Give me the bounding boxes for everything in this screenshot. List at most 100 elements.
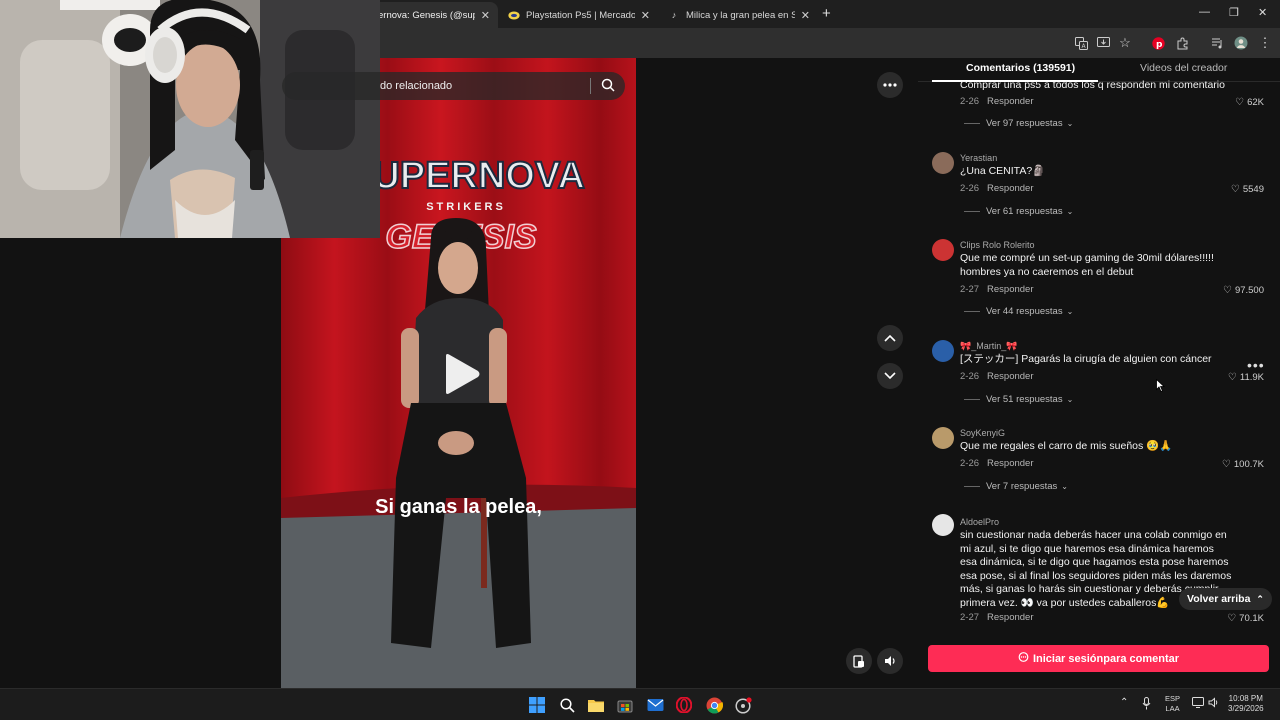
search-input[interactable]: do relacionado (380, 80, 452, 92)
like-count: 70.1K (1239, 613, 1264, 624)
login-to-comment-button[interactable]: Iniciar sesiónpara comentar (928, 645, 1269, 672)
view-replies-button[interactable]: Ver 7 respuestas ⌄ (964, 481, 1068, 492)
microphone-icon[interactable] (1142, 697, 1151, 712)
view-replies-button[interactable]: Ver 61 respuestas ⌄ (964, 206, 1073, 217)
search-icon[interactable] (558, 696, 576, 714)
volume-icon[interactable] (877, 648, 903, 674)
comment-meta: 2-26 Responder (960, 458, 1034, 469)
comment-date: 2-27 (960, 612, 980, 623)
extensions-icon[interactable] (1174, 35, 1190, 51)
avatar[interactable] (932, 514, 954, 536)
translate-icon[interactable]: A (1073, 35, 1089, 51)
reply-button[interactable]: Responder (987, 183, 1033, 194)
like-button[interactable]: ♡ 100.7K (1222, 459, 1264, 470)
comment-username[interactable]: AldoelPro (960, 517, 999, 527)
avatar[interactable] (932, 152, 954, 174)
login-button-label: Iniciar sesiónpara comentar (1032, 652, 1180, 665)
install-app-icon[interactable] (1095, 35, 1111, 51)
view-replies-label: Ver 44 respuestas (986, 306, 1063, 317)
video-side-area (636, 58, 918, 688)
new-tab-button[interactable]: + (822, 5, 831, 22)
close-tab-icon[interactable]: ✕ (641, 9, 650, 22)
app-notification-icon[interactable] (734, 696, 752, 714)
system-clock[interactable]: 10:08 PM 3/29/2026 (1228, 694, 1264, 714)
comment-meta: 2-26 Responder (960, 96, 1034, 107)
related-search-bar[interactable]: do relacionado (282, 72, 625, 100)
comment-item: SoyKenyiG Que me regales el carro de mis… (932, 427, 1272, 497)
view-replies-button[interactable]: Ver 97 respuestas ⌄ (964, 118, 1073, 129)
profile-avatar-icon[interactable] (1233, 35, 1249, 51)
clock-time: 10:08 PM (1228, 694, 1263, 703)
comment-username[interactable]: Clips Rolo Rolerito (960, 240, 1035, 250)
like-button[interactable]: ♡ 5549 (1231, 184, 1264, 195)
browser-menu-icon[interactable]: ⋮ (1257, 35, 1273, 51)
comment-text: Que me compré un set-up gaming de 30mil … (960, 252, 1214, 278)
more-options-icon[interactable] (877, 72, 903, 98)
avatar[interactable] (932, 239, 954, 261)
play-icon[interactable] (442, 353, 482, 400)
tab-mercadolibre[interactable]: Playstation Ps5 | MercadoLibre ✕ (500, 2, 658, 28)
comment-more-icon[interactable]: ••• (1247, 357, 1265, 373)
view-replies-button[interactable]: Ver 44 respuestas ⌄ (964, 306, 1073, 317)
like-count: 97.500 (1234, 285, 1264, 296)
speaker-icon[interactable] (1208, 697, 1220, 710)
mercadolibre-icon (508, 9, 520, 21)
avatar[interactable] (932, 340, 954, 362)
picture-in-picture-icon[interactable] (846, 648, 872, 674)
search-icon[interactable] (601, 78, 615, 97)
comment-username[interactable]: 🎀_Martin_🎀 (960, 341, 1017, 352)
reply-button[interactable]: Responder (987, 96, 1033, 107)
like-button[interactable]: ♡ 97.500 (1223, 285, 1264, 296)
reply-button[interactable]: Responder (987, 458, 1033, 469)
windows-start-icon[interactable] (528, 696, 546, 714)
view-replies-button[interactable]: Ver 51 respuestas ⌄ (964, 394, 1073, 405)
chevron-down-icon: ⌄ (1066, 307, 1074, 316)
chevron-down-icon: ⌄ (1066, 119, 1074, 128)
close-tab-icon[interactable]: ✕ (481, 9, 490, 22)
reply-button[interactable]: Responder (987, 371, 1033, 382)
tiktok-icon: ♪ (671, 10, 677, 20)
chevron-up-icon[interactable]: ⌃ (1120, 697, 1128, 708)
tab-supernova-genesis[interactable]: ernova: Genesis (@supernova ✕ (370, 2, 498, 28)
previous-video-icon[interactable] (877, 325, 903, 351)
like-button[interactable]: ♡ 11.9K (1228, 372, 1264, 383)
comment-bubble-icon (1018, 651, 1029, 666)
minimize-icon[interactable]: — (1199, 6, 1210, 18)
language-indicator[interactable]: ESP LAA (1165, 694, 1180, 714)
reply-button[interactable]: Responder (987, 284, 1033, 295)
mail-icon[interactable] (646, 696, 664, 714)
comment-meta: 2-27 Responder (960, 284, 1034, 295)
heart-icon: ♡ (1221, 459, 1231, 470)
streamer-webcam (0, 0, 380, 238)
chrome-icon[interactable] (705, 696, 723, 714)
comment-item: 🎀_Martin_🎀 [ステッカー] Pagarás la cirugía de… (932, 340, 1272, 410)
tab-comments[interactable]: Comentarios (139591) (966, 62, 1075, 74)
view-replies-label: Ver 97 respuestas (986, 118, 1063, 129)
microsoft-store-icon[interactable] (616, 696, 634, 714)
banner-title: SUPERNOVA (347, 155, 585, 197)
file-explorer-icon[interactable] (587, 696, 605, 714)
next-video-icon[interactable] (877, 363, 903, 389)
comment-username[interactable]: SoyKenyiG (960, 428, 1005, 438)
bookmark-star-icon[interactable]: ☆ (1117, 35, 1133, 51)
video-caption: Si ganas la pelea, (375, 496, 542, 518)
opera-icon[interactable] (675, 696, 693, 714)
back-to-top-button[interactable]: Volver arriba ⌃ (1179, 588, 1272, 610)
chevron-down-icon: ⌄ (1066, 207, 1074, 216)
tab-creator-videos[interactable]: Videos del creador (1140, 62, 1227, 74)
close-tab-icon[interactable]: ✕ (801, 9, 810, 22)
avatar[interactable] (932, 427, 954, 449)
tab-milica[interactable]: ♪ Milica y la gran pelea en Super ✕ (660, 2, 818, 28)
close-window-icon[interactable]: ✕ (1258, 6, 1267, 19)
comment-item: Yerastian ¿Una CENITA?🗿 2-26 Responder ♡ 5… (932, 152, 1272, 222)
comment-username[interactable]: Yerastian (960, 153, 997, 163)
media-queue-icon[interactable] (1209, 35, 1225, 51)
pinterest-icon[interactable]: p (1150, 35, 1166, 51)
view-replies-label: Ver 51 respuestas (986, 394, 1063, 405)
like-button[interactable]: ♡ 70.1K (1227, 613, 1264, 624)
restore-icon[interactable]: ❐ (1229, 6, 1239, 19)
like-button[interactable]: ♡ 62K (1235, 97, 1264, 108)
reply-button[interactable]: Responder (987, 612, 1033, 623)
chevron-down-icon: ⌄ (1066, 395, 1074, 404)
display-icon[interactable] (1192, 697, 1204, 710)
